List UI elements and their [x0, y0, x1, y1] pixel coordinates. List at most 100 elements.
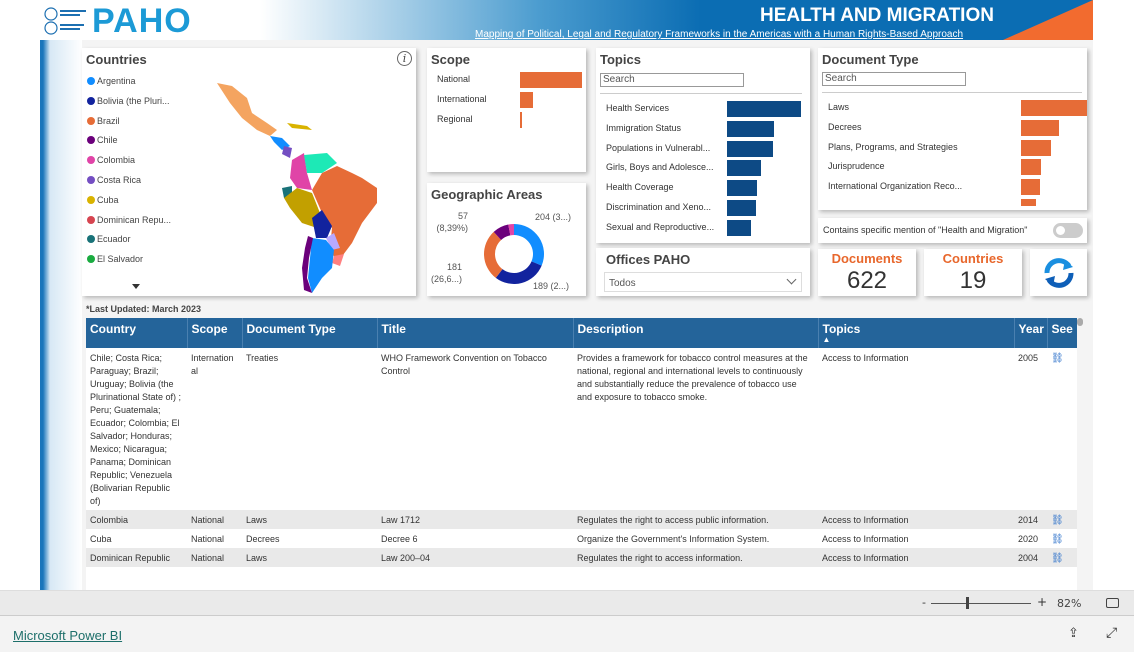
scroll-down-icon[interactable] [132, 284, 140, 289]
zoom-out-button[interactable]: - [922, 596, 926, 609]
table-cell: Provides a framework for tobacco control… [577, 353, 808, 402]
bar-label[interactable]: Health Coverage [606, 182, 674, 192]
bar-label[interactable]: Decrees [828, 122, 862, 132]
table-cell: Colombia [86, 510, 187, 529]
column-header[interactable]: Topics ▲ [818, 318, 1015, 348]
column-header[interactable]: Country [86, 318, 188, 348]
legend-item[interactable]: Costa Rica [87, 175, 141, 185]
table-cell: International [191, 353, 234, 376]
bar[interactable] [727, 120, 774, 137]
see-cell[interactable]: ⛓ [1047, 548, 1077, 567]
bar-label[interactable]: Jurisprudence [828, 161, 885, 171]
table-cell: Access to Information [818, 510, 1014, 529]
bar[interactable] [727, 101, 801, 117]
bar-label[interactable]: International Organization Reco... [828, 181, 962, 191]
countries-map[interactable] [212, 78, 412, 293]
bar[interactable] [520, 112, 522, 128]
link-icon[interactable]: ⛓ [1051, 553, 1064, 564]
bar[interactable] [1021, 100, 1087, 116]
table-row[interactable]: Colombia National Laws Law 1712 Regulates th… [86, 510, 1077, 529]
bar[interactable] [727, 180, 758, 197]
column-label: See [1051, 322, 1073, 336]
bar-label[interactable]: Plans, Programs, and Strategies [828, 142, 958, 152]
legend-item[interactable]: Ecuador [87, 234, 131, 244]
fullscreen-icon[interactable]: ⤢ [1106, 625, 1117, 641]
column-header[interactable]: See [1047, 318, 1077, 348]
report-canvas: PAHO HEALTH AND MIGRATION Mapping of Pol… [40, 0, 1093, 590]
zoom-in-button[interactable]: + [1037, 595, 1047, 609]
link-icon[interactable]: ⛓ [1051, 515, 1064, 526]
zoom-slider-handle[interactable] [966, 597, 969, 609]
table-cell: 2004 [1014, 548, 1047, 567]
bar-label[interactable]: Laws [828, 102, 849, 112]
bar[interactable] [1021, 119, 1060, 136]
bar-label[interactable]: Sexual and Reproductive... [606, 222, 714, 232]
countries-value: 19 [959, 267, 987, 294]
bar-label[interactable]: Discrimination and Xeno... [606, 202, 711, 212]
column-header[interactable]: Title [377, 318, 574, 348]
link-icon[interactable]: ⛓ [1051, 534, 1064, 545]
donut-label: 204 (3...) [535, 212, 571, 222]
health-migration-toggle[interactable] [1053, 223, 1083, 238]
offices-dropdown[interactable]: Todos [604, 272, 802, 292]
column-header[interactable]: Description [573, 318, 819, 348]
bar-label[interactable]: Populations in Vulnerabl... [606, 143, 710, 153]
column-header[interactable]: Scope [187, 318, 243, 348]
bar-label[interactable]: International [437, 94, 487, 104]
table-row[interactable]: Cuba National Decrees Decree 6 Organize the … [86, 529, 1077, 548]
zoom-slider[interactable] [931, 603, 1031, 604]
bar[interactable] [727, 140, 773, 157]
geo-donut-chart[interactable]: 204 (3...) 189 (2...) 181 (26,6...) 57 (8,39%… [427, 183, 586, 296]
legend-dot [87, 176, 95, 184]
donut-segment[interactable] [514, 224, 544, 266]
see-cell[interactable]: ⛓ [1047, 529, 1077, 548]
table-row[interactable]: Chile; Costa Rica; Paraguay; Brazil; Uru… [86, 348, 1077, 510]
fit-to-page-icon[interactable] [1106, 598, 1119, 608]
legend-item[interactable]: Bolivia (the Pluri... [87, 96, 170, 106]
refresh-icon [1044, 258, 1074, 288]
table-row[interactable]: Dominican Republic National Laws Law 200–04… [86, 548, 1077, 567]
bar[interactable] [1021, 159, 1042, 176]
bar[interactable] [520, 92, 534, 108]
legend-item[interactable]: Chile [87, 135, 118, 145]
see-cell[interactable]: ⛓ [1047, 510, 1077, 529]
legend-item[interactable]: Argentina [87, 76, 136, 86]
see-cell[interactable]: ⛓ [1047, 348, 1077, 510]
info-icon[interactable]: i [397, 51, 412, 66]
bar-label[interactable]: National [437, 74, 470, 84]
share-icon[interactable]: ⇪ [1068, 626, 1079, 641]
bar[interactable] [727, 200, 756, 216]
column-label: Country [90, 322, 136, 336]
health-migration-toggle-panel: Contains specific mention of "Health and… [818, 218, 1087, 243]
table-header: Country Scope Document Type Title Descriptio… [86, 318, 1077, 348]
header-banner: PAHO HEALTH AND MIGRATION Mapping of Pol… [40, 0, 1093, 40]
bar[interactable] [1021, 199, 1037, 206]
bar[interactable] [727, 219, 752, 236]
legend-item[interactable]: Dominican Repu... [87, 215, 171, 225]
column-header[interactable]: Year [1014, 318, 1048, 348]
bar[interactable] [1021, 179, 1041, 196]
legend-dot [87, 156, 95, 165]
legend-item[interactable]: El Salvador [87, 254, 143, 264]
legend-item[interactable]: Colombia [87, 155, 135, 165]
refresh-button[interactable] [1030, 249, 1087, 296]
legend-label: Argentina [97, 76, 136, 86]
bar[interactable] [520, 72, 582, 88]
bar-label[interactable]: Health Services [606, 103, 669, 113]
bar[interactable] [727, 160, 762, 177]
legend-item[interactable]: Brazil [87, 116, 120, 126]
power-bi-link[interactable]: Microsoft Power BI [13, 628, 122, 643]
legend-item[interactable]: Cuba [87, 195, 119, 205]
table-cell: Laws [242, 548, 377, 567]
table-scrollbar[interactable] [1077, 318, 1083, 326]
bar-label[interactable]: Girls, Boys and Adolesce... [606, 162, 714, 172]
table-cell: National [187, 548, 242, 567]
column-label: Scope [191, 322, 228, 336]
bar[interactable] [1021, 139, 1051, 156]
bar-label[interactable]: Regional [437, 114, 473, 124]
topics-search-input[interactable]: Search [600, 73, 744, 87]
donut-segment[interactable] [484, 231, 503, 278]
bar-label[interactable]: Immigration Status [606, 123, 681, 133]
column-header[interactable]: Document Type [242, 318, 378, 348]
link-icon[interactable]: ⛓ [1051, 353, 1064, 364]
